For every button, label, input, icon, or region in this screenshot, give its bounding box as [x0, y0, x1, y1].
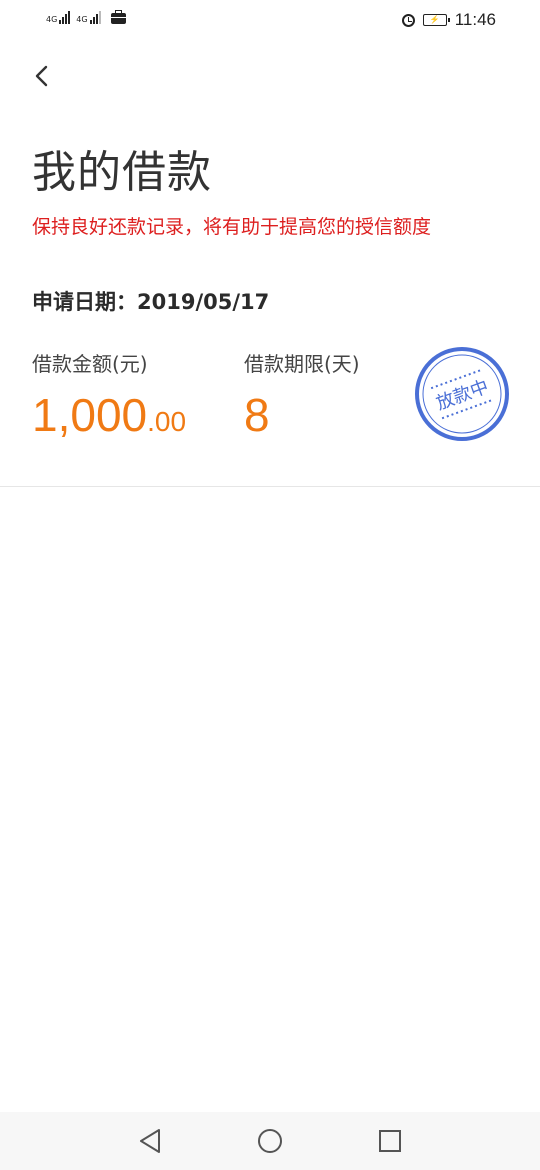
- status-stamp: 放款中: [415, 347, 509, 441]
- network-type-label: 4G: [46, 15, 58, 24]
- square-recent-icon: [379, 1130, 401, 1152]
- loan-term: 8: [244, 389, 270, 441]
- apply-date-value: 2019/05/17: [137, 290, 270, 314]
- nav-recent-button[interactable]: [373, 1124, 407, 1158]
- briefcase-icon: [110, 10, 126, 24]
- chevron-left-icon: [35, 65, 48, 87]
- signal-icon-2: 4G: [76, 11, 101, 24]
- triangle-back-icon: [140, 1129, 160, 1153]
- alarm-icon: [401, 13, 415, 27]
- amount-integer: 1,000: [32, 389, 148, 441]
- apply-date-label: 申请日期：: [32, 290, 137, 314]
- back-button[interactable]: [26, 58, 62, 94]
- battery-icon: ⚡: [422, 14, 450, 26]
- status-bar-right: ⚡ 11:46: [401, 10, 496, 30]
- amount-decimal: .00: [147, 406, 187, 437]
- status-time: 11:46: [454, 10, 496, 29]
- network-type-label-2: 4G: [76, 15, 88, 24]
- circle-home-icon: [258, 1129, 282, 1153]
- signal-icon: 4G: [46, 11, 71, 24]
- nav-home-button[interactable]: [253, 1124, 287, 1158]
- status-stamp-text: 放款中: [434, 376, 492, 414]
- divider: [0, 486, 540, 487]
- loan-amount: 1,000.00: [32, 388, 186, 442]
- status-bar-left: 4G 4G: [46, 10, 126, 24]
- term-label: 借款期限(天): [244, 352, 360, 376]
- system-nav-bar: [0, 1112, 540, 1170]
- nav-back-button[interactable]: [133, 1124, 167, 1158]
- credit-tip: 保持良好还款记录，将有助于提高您的授信额度: [32, 216, 432, 238]
- page-title: 我的借款: [32, 147, 212, 198]
- status-bar: 4G 4G ⚡ 11:46: [0, 0, 540, 42]
- apply-date: 申请日期：2019/05/17: [32, 286, 269, 316]
- amount-label: 借款金额(元): [32, 352, 148, 376]
